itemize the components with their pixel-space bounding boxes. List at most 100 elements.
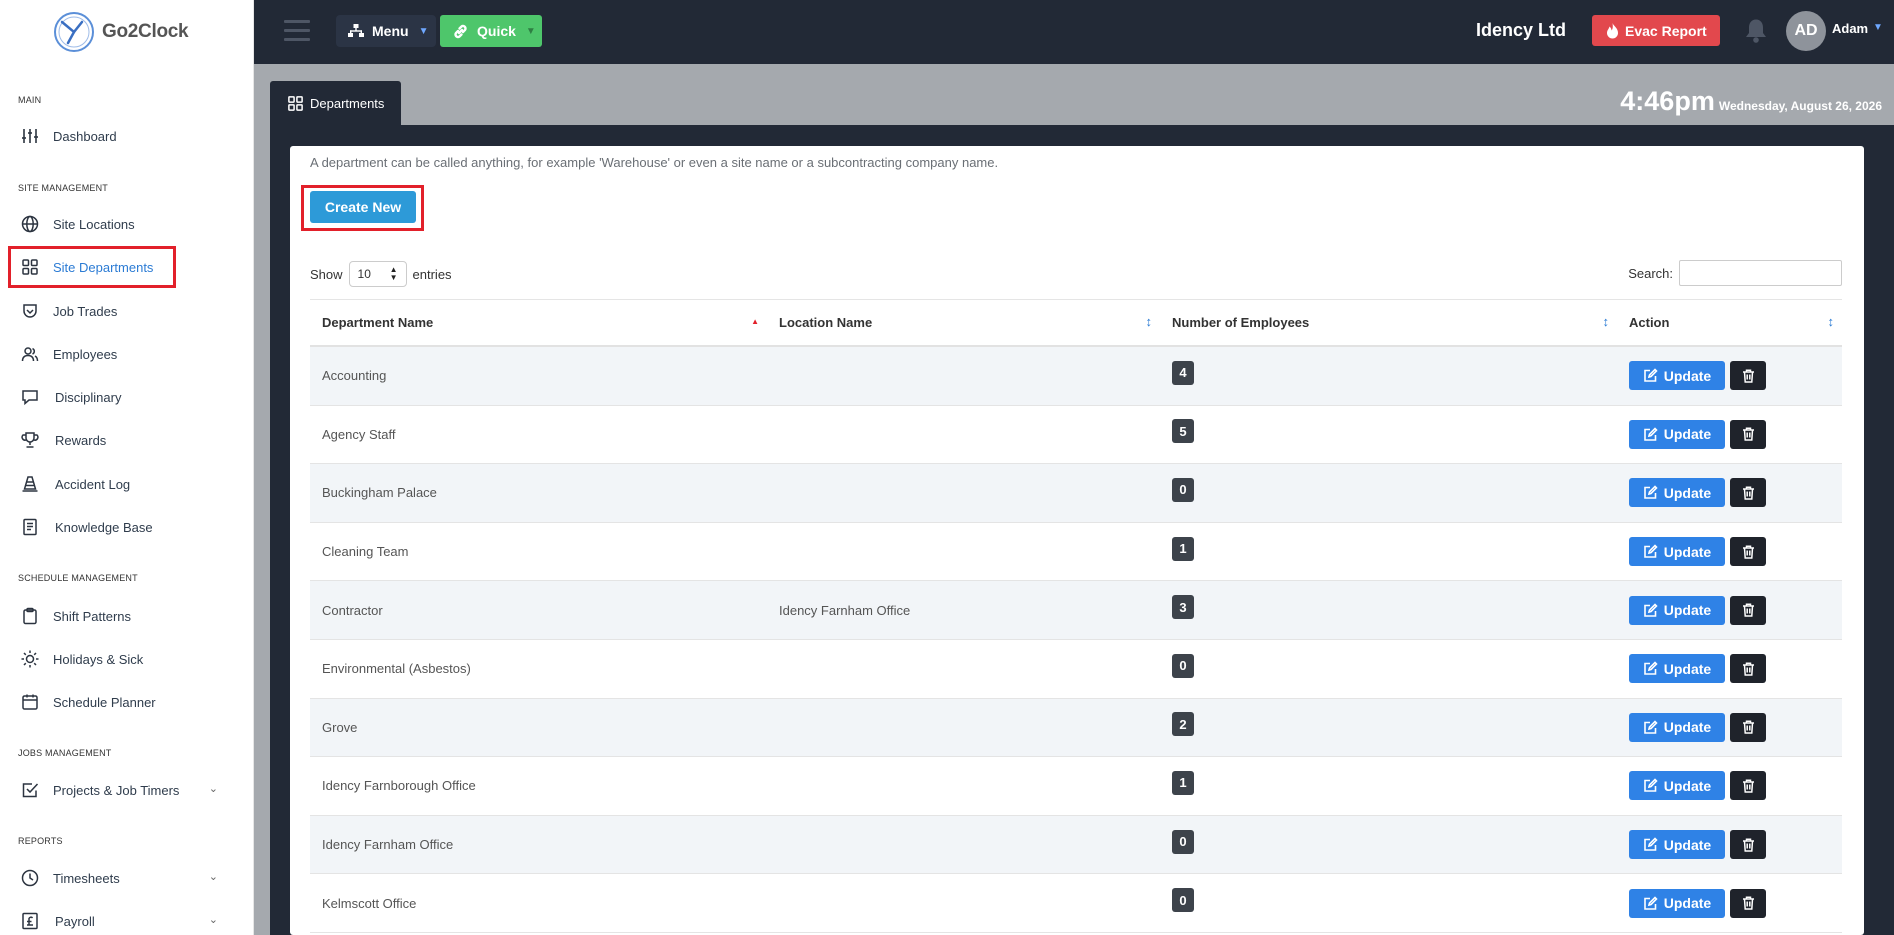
menu-button[interactable]: Menu ▼ (336, 15, 436, 47)
update-label: Update (1663, 660, 1712, 677)
delete-button[interactable] (1730, 361, 1766, 391)
cell-actions: Update (1617, 640, 1842, 698)
users-icon (20, 344, 40, 364)
sidebar-item-rewards[interactable]: Rewards (10, 420, 174, 460)
cell-department-name: Environmental (Asbestos) (322, 661, 471, 677)
sitemap-icon (348, 24, 364, 37)
sidebar-item-timesheets[interactable]: Timesheets ⌄ (10, 858, 240, 898)
sidebar-item-accident-log[interactable]: Accident Log (10, 464, 174, 504)
sidebar-item-employees[interactable]: Employees (10, 334, 174, 374)
delete-button[interactable] (1730, 771, 1766, 801)
cell-department-name: Agency Staff (322, 426, 396, 442)
employee-count-badge: 1 (1172, 536, 1194, 561)
clock-icon (20, 868, 40, 888)
sun-icon (20, 649, 40, 669)
evac-report-button[interactable]: Evac Report (1592, 15, 1720, 46)
sidebar-item-disciplinary[interactable]: Disciplinary (10, 377, 174, 417)
sliders-icon (20, 126, 40, 146)
header-action[interactable]: Action ↕ (1617, 300, 1842, 345)
edit-icon (1643, 544, 1658, 558)
hamburger-icon[interactable] (284, 20, 310, 42)
update-button[interactable]: Update (1629, 537, 1725, 567)
delete-button[interactable] (1730, 830, 1766, 860)
update-label: Update (1663, 484, 1712, 501)
update-button[interactable]: Update (1629, 654, 1725, 684)
departments-table: Department Name ▲ Location Name ↕ Number… (310, 299, 1842, 933)
update-label: Update (1663, 367, 1712, 384)
employee-count-badge: 2 (1172, 712, 1194, 737)
sidebar: Go2Clock MAIN Dashboard SITE MANAGEMENT … (0, 0, 254, 935)
table-row: Cleaning Team 1 Update (310, 523, 1842, 582)
table-row: Idency Farnham Office 0 Update (310, 815, 1842, 875)
update-button[interactable]: Update (1629, 419, 1725, 449)
highlight-site-departments (8, 246, 176, 288)
update-button[interactable]: Update (1629, 361, 1725, 391)
header-location-name[interactable]: Location Name ↕ (767, 300, 1160, 345)
table-row: Buckingham Palace 0 Update (310, 464, 1842, 523)
username[interactable]: Adam (1832, 21, 1868, 36)
delete-button[interactable] (1730, 419, 1766, 449)
sidebar-item-label: Job Trades (53, 303, 118, 319)
cell-actions: Update (1617, 581, 1842, 639)
sidebar-item-label: Dashboard (53, 128, 117, 144)
cell-employees: 1 (1160, 757, 1617, 815)
update-button[interactable]: Update (1629, 830, 1725, 860)
sidebar-item-shift-patterns[interactable]: Shift Patterns (10, 596, 174, 636)
trash-icon (1742, 837, 1754, 852)
sidebar-item-holidays-sick[interactable]: Holidays & Sick (10, 639, 174, 679)
cell-department-name: Cleaning Team (322, 544, 409, 560)
trash-icon (1742, 427, 1754, 442)
avatar[interactable]: AD (1786, 11, 1826, 51)
search-input[interactable] (1679, 260, 1842, 286)
section-main: MAIN (18, 95, 42, 105)
delete-button[interactable] (1730, 595, 1766, 625)
quick-button[interactable]: Quick ▼ (440, 15, 542, 47)
sidebar-item-job-trades[interactable]: Job Trades (10, 291, 174, 331)
sidebar-item-label: Timesheets (53, 870, 120, 886)
link-icon (454, 24, 467, 38)
delete-button[interactable] (1730, 537, 1766, 567)
chevron-down-icon[interactable]: ▼ (1873, 22, 1883, 33)
sidebar-item-site-locations[interactable]: Site Locations (10, 204, 174, 244)
delete-button[interactable] (1730, 478, 1766, 508)
table-row: Accounting 4 Update (310, 347, 1842, 406)
entries-select[interactable]: 10 ▲ ▼ (348, 261, 407, 287)
bell-icon[interactable] (1744, 18, 1768, 44)
header-department-name[interactable]: Department Name ▲ (310, 300, 767, 345)
edit-icon (1643, 896, 1658, 910)
update-button[interactable]: Update (1629, 888, 1725, 918)
header-number-of-employees[interactable]: Number of Employees ↕ (1160, 300, 1617, 345)
show-label: Show (310, 266, 343, 282)
employee-count-badge: 3 (1172, 595, 1194, 620)
cell-department-name: Buckingham Palace (322, 485, 437, 501)
employee-count-badge: 5 (1172, 419, 1194, 444)
delete-button[interactable] (1730, 712, 1766, 742)
employee-count-badge: 1 (1172, 770, 1194, 795)
sidebar-item-schedule-planner[interactable]: Schedule Planner (10, 682, 174, 722)
update-button[interactable]: Update (1629, 771, 1725, 801)
employee-count-badge: 4 (1172, 360, 1194, 385)
show-entries: Show 10 ▲ ▼ entries (310, 261, 452, 287)
logo[interactable]: Go2Clock (0, 0, 253, 64)
cell-department-name: Grove (322, 719, 358, 735)
table-row: Contractor Idency Farnham Office 3 Update (310, 581, 1842, 640)
sort-icon: ↕ (1827, 314, 1835, 329)
cell-actions: Update (1617, 816, 1842, 874)
cell-employees: 1 (1160, 523, 1617, 581)
update-button[interactable]: Update (1629, 712, 1725, 742)
employee-count-badge: 0 (1172, 829, 1194, 854)
sidebar-item-dashboard[interactable]: Dashboard (10, 116, 174, 156)
update-button[interactable]: Update (1629, 478, 1725, 508)
updown-icon: ▲ ▼ (389, 265, 398, 282)
sidebar-item-projects-job-timers[interactable]: Projects & Job Timers ⌄ (10, 770, 240, 810)
sidebar-item-payroll[interactable]: Payroll ⌄ (10, 901, 240, 935)
edit-icon (1643, 427, 1658, 441)
delete-button[interactable] (1730, 654, 1766, 684)
delete-button[interactable] (1730, 888, 1766, 918)
tab-departments[interactable]: Departments (270, 81, 401, 125)
sidebar-item-knowledge-base[interactable]: Knowledge Base (10, 507, 174, 547)
edit-icon (1643, 485, 1658, 500)
update-button[interactable]: Update (1629, 595, 1725, 625)
cell-employees: 4 (1160, 347, 1617, 405)
update-label: Update (1663, 602, 1712, 619)
